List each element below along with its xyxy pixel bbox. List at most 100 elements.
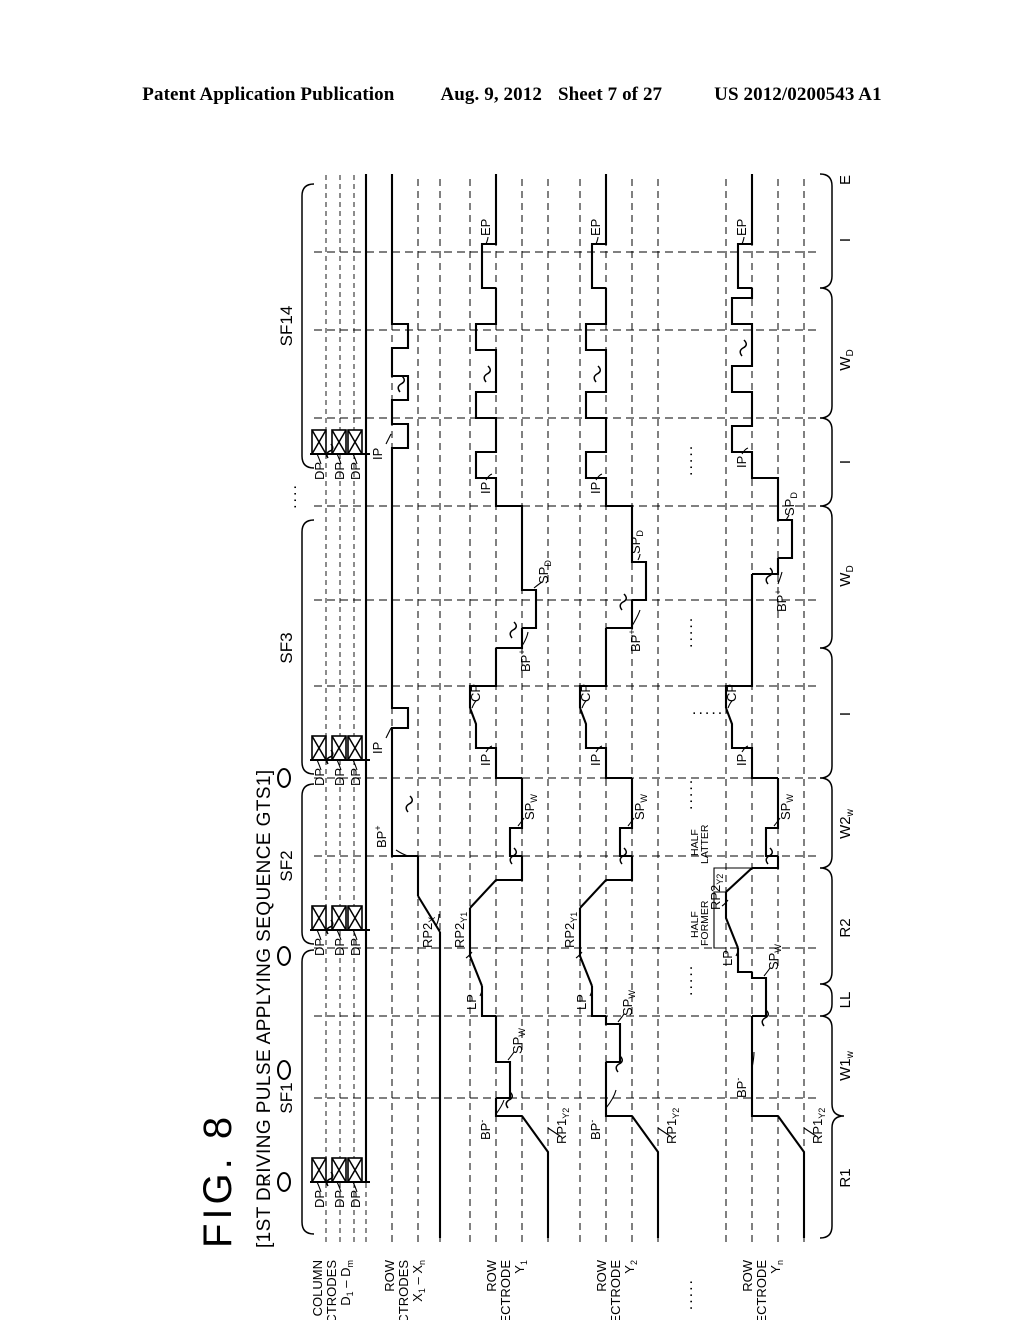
row-label-ellipsis: ..... bbox=[679, 1278, 696, 1310]
svg-text:D1 – Dm: D1 – Dm bbox=[338, 1260, 355, 1306]
svg-text:ELECTRODE: ELECTRODE bbox=[754, 1260, 769, 1320]
ip-label-x1: IP bbox=[370, 742, 385, 754]
ip-label-yna: IP bbox=[734, 754, 749, 766]
svg-text:Y2: Y2 bbox=[622, 1260, 639, 1274]
period-label-e: E bbox=[837, 175, 854, 185]
ellipsis-sf14: ..... bbox=[679, 444, 696, 476]
row-label-column-electrodes: COLUMN ELECTRODES D1 – Dm bbox=[310, 1260, 355, 1320]
period-label-i1: I bbox=[837, 712, 854, 716]
ip-label-y2b: IP bbox=[588, 482, 603, 494]
dp-label-10: DP bbox=[348, 462, 363, 480]
row-label-row-electrode-y2: ROW ELECTRODE Y2 bbox=[594, 1259, 639, 1320]
dp-label-3: DP bbox=[312, 1190, 327, 1208]
svg-text:X1 – Xn: X1 – Xn bbox=[410, 1260, 427, 1302]
rp2x-label: RP2X bbox=[420, 917, 437, 948]
subfield-label-sf14: SF14 bbox=[277, 306, 296, 347]
ip-label-y1b: IP bbox=[478, 482, 493, 494]
spw-label-ynb: SPW bbox=[778, 794, 795, 820]
bp-minus-label-y2: BP- bbox=[587, 1120, 603, 1140]
spd-label-y1: SPD bbox=[536, 560, 553, 584]
bp-plus-label-yn: BP+ bbox=[773, 589, 789, 612]
period-label-i3: I bbox=[837, 238, 854, 242]
timing-chart: COLUMN ELECTRODES D1 – Dm ROW ELECTRODES… bbox=[261, 168, 856, 1320]
period-label-r1: R1 bbox=[837, 1168, 854, 1187]
svg-text:ELECTRODES: ELECTRODES bbox=[324, 1260, 339, 1320]
trace-row-electrode-y1: RP1Y2 BP- SPW LP RP2Y1 SPW IP CP BP+ SPD… bbox=[452, 174, 571, 1238]
dp-label-2: DP bbox=[332, 1190, 347, 1208]
lp-label-y2: LP bbox=[574, 994, 589, 1010]
trace-row-electrodes-x: RP2X BP+ IP IP bbox=[370, 174, 442, 1238]
lp-label-y1: LP bbox=[464, 994, 479, 1010]
dp-label-12: DP bbox=[312, 462, 327, 480]
dp-label-9: DP bbox=[312, 768, 327, 786]
latter-half-line2: HALF bbox=[689, 829, 701, 856]
spw-label-y2b: SPW bbox=[632, 794, 649, 820]
dp-label-4: DP bbox=[348, 938, 363, 956]
bp-plus-label-y2: BP+ bbox=[627, 629, 643, 652]
ep-label-y1: EP bbox=[478, 219, 493, 236]
ellipsis-w2w: ..... bbox=[679, 778, 696, 810]
period-label-w1w: W1w bbox=[837, 1050, 856, 1081]
svg-text:ELECTRODE: ELECTRODE bbox=[608, 1260, 623, 1320]
ip-label-x2: IP bbox=[370, 448, 385, 460]
bp-plus-label-x1: BP+ bbox=[373, 825, 389, 848]
period-label-ll: LL bbox=[837, 992, 854, 1009]
publication-date: Aug. 9, 2012 bbox=[440, 84, 542, 105]
svg-text:COLUMN: COLUMN bbox=[310, 1260, 325, 1316]
ellipsis-r1: ..... bbox=[679, 964, 696, 996]
sheet-number: Sheet 7 of 27 bbox=[557, 84, 663, 105]
period-label-wd1: WD bbox=[837, 565, 856, 586]
row-label-row-electrodes-x: ROW ELECTRODES X1 – Xn bbox=[382, 1259, 427, 1320]
ep-label-y2: EP bbox=[588, 219, 603, 236]
row-label-row-electrode-y1: ROW ELECTRODE Y1 bbox=[484, 1259, 529, 1320]
subfield-label-sf2: SF2 bbox=[277, 850, 296, 881]
subfield-ellipsis: .... bbox=[283, 483, 300, 509]
rp2y1-label-y2: RP2Y1 bbox=[562, 912, 579, 948]
figure-title: FIG. 8 bbox=[196, 1112, 240, 1248]
bp-minus-label-yn: BP- bbox=[733, 1078, 749, 1098]
lp-label-yn: LP bbox=[720, 950, 735, 966]
period-label-w2w: W2w bbox=[837, 808, 856, 839]
former-half-line2: HALF bbox=[689, 911, 701, 938]
ip-label-y1a: IP bbox=[478, 754, 493, 766]
page-header: Patent Application Publication Aug. 9, 2… bbox=[0, 84, 1024, 106]
period-label-r2: R2 bbox=[837, 918, 854, 937]
period-brace-group: R1 W1w LL R2 W2w I WD I WD I E bbox=[819, 173, 856, 1239]
patent-number: US 2012/0200543 A1 bbox=[714, 84, 882, 105]
ellipsis-sf3: ..... bbox=[679, 616, 696, 648]
svg-text:ROW: ROW bbox=[382, 1259, 397, 1292]
dp-label-8: DP bbox=[332, 768, 347, 786]
publication-label: Patent Application Publication bbox=[142, 84, 395, 105]
svg-text:ELECTRODE: ELECTRODE bbox=[498, 1260, 513, 1320]
spw-label-yn: SPW bbox=[766, 944, 783, 970]
dp-label-7: DP bbox=[348, 768, 363, 786]
svg-text:ROW: ROW bbox=[484, 1259, 499, 1292]
rp2y1-label-y1: RP2Y1 bbox=[452, 912, 469, 948]
spd-label-yn: SPD bbox=[782, 492, 799, 516]
ep-label-yn: EP bbox=[734, 219, 749, 236]
dp-label-11: DP bbox=[332, 462, 347, 480]
svg-text:Y1: Y1 bbox=[512, 1260, 529, 1274]
figure-stage: FIG. 8 [1ST DRIVING PULSE APPLYING SEQUE… bbox=[172, 128, 872, 1320]
subfield-brace-group: SF1 SF2 SF3 .... SF14 bbox=[277, 183, 315, 1235]
bp-minus-label-y1: BP- bbox=[477, 1120, 493, 1140]
spw-label-y2: SPW bbox=[620, 990, 637, 1016]
bp-plus-label-y1: BP+ bbox=[517, 649, 533, 672]
rp1y2-label-yn: RP1Y2 bbox=[810, 1108, 827, 1144]
zero-marker-label-1: 0 bbox=[261, 1179, 273, 1185]
dp-label-6: DP bbox=[312, 938, 327, 956]
ip-label-ynb: IP bbox=[734, 456, 749, 468]
ellipsis-mid: ..... bbox=[692, 701, 724, 718]
trace-row-electrode-y2: RP1Y2 BP- SPW LP RP2Y1 SPW IP CP BP+ SPD… bbox=[562, 174, 681, 1238]
timing-chart-svg: COLUMN ELECTRODES D1 – Dm ROW ELECTRODES… bbox=[261, 173, 856, 1320]
svg-text:ROW: ROW bbox=[740, 1259, 755, 1292]
dp-label-5: DP bbox=[332, 938, 347, 956]
subfield-label-sf1: SF1 bbox=[277, 1082, 296, 1113]
row-label-group: COLUMN ELECTRODES D1 – Dm ROW ELECTRODES… bbox=[310, 1259, 785, 1320]
figure-subtitle: [1ST DRIVING PULSE APPLYING SEQUENCE GTS… bbox=[254, 769, 275, 1248]
svg-text:ELECTRODES: ELECTRODES bbox=[396, 1260, 411, 1320]
period-label-wd2: WD bbox=[837, 349, 856, 370]
spw-label-y1: SPW bbox=[510, 1028, 527, 1054]
rp1y2-label-y2: RP1Y2 bbox=[664, 1108, 681, 1144]
svg-text:Yn: Yn bbox=[768, 1260, 785, 1274]
